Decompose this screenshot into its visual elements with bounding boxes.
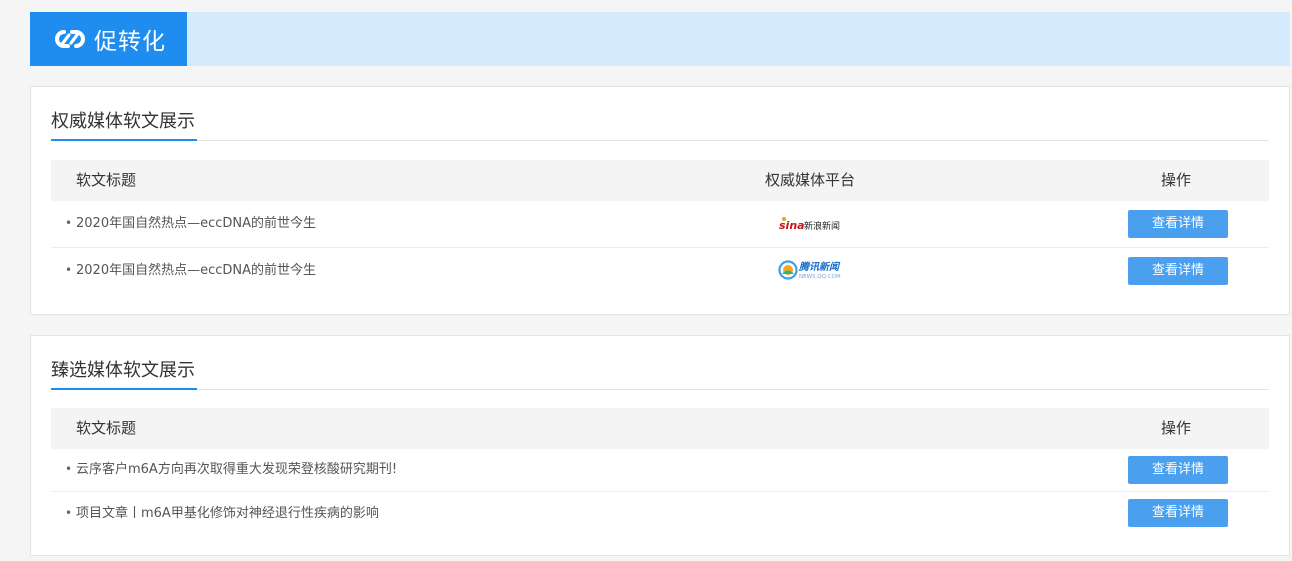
tencent-news-logo: 腾讯新闻 NEWS.QQ.COM bbox=[778, 259, 848, 281]
sina-logo-text: sina bbox=[779, 219, 805, 232]
bullet-icon: • bbox=[65, 462, 73, 476]
tencent-globe-icon: 腾讯新闻 NEWS.QQ.COM bbox=[778, 260, 841, 280]
section-title: 臻选媒体软文展示 bbox=[51, 357, 197, 390]
table-row: • 2020年国自然热点—eccDNA的前世今生 腾讯新闻 NEWS.QQ.CO… bbox=[51, 248, 1269, 295]
table-row: • 云序客户m6A方向再次取得重大发现荣登核酸研究期刊! 查看详情 bbox=[51, 449, 1269, 492]
view-details-button[interactable]: 查看详情 bbox=[1128, 257, 1228, 285]
column-header-operation: 操作 bbox=[1161, 171, 1192, 189]
column-header-operation: 操作 bbox=[1161, 419, 1192, 437]
banner-tab: 促转化 bbox=[30, 12, 187, 66]
view-details-button[interactable]: 查看详情 bbox=[1128, 456, 1228, 484]
section-title: 权威媒体软文展示 bbox=[51, 108, 197, 141]
table-header: 软文标题 权威媒体平台 操作 bbox=[51, 160, 1269, 201]
banner-title: 促转化 bbox=[94, 29, 166, 55]
column-header-title: 软文标题 bbox=[76, 171, 137, 189]
article-title: 项目文章丨m6A甲基化修饰对神经退行性疾病的影响 bbox=[76, 506, 379, 521]
bullet-icon: • bbox=[65, 263, 73, 277]
table-header: 软文标题 操作 bbox=[51, 408, 1269, 449]
sina-logo-sub: 新浪新闻 bbox=[804, 220, 840, 232]
link-icon bbox=[55, 30, 85, 48]
table-row: • 2020年国自然热点—eccDNA的前世今生 sina 新浪新闻 查看详情 bbox=[51, 201, 1269, 248]
column-header-title: 软文标题 bbox=[76, 419, 137, 437]
article-title: 2020年国自然热点—eccDNA的前世今生 bbox=[76, 216, 317, 231]
tencent-logo-sub: NEWS.QQ.COM bbox=[799, 274, 841, 280]
tencent-logo-text: 腾讯新闻 bbox=[798, 261, 841, 273]
sina-eye-icon: sina 新浪新闻 bbox=[779, 217, 840, 232]
selected-media-panel: 臻选媒体软文展示 软文标题 操作 • 云序客户m6A方向再次取得重大发现荣登核酸… bbox=[30, 335, 1290, 556]
sina-news-logo: sina 新浪新闻 bbox=[779, 214, 845, 236]
article-title: 云序客户m6A方向再次取得重大发现荣登核酸研究期刊! bbox=[76, 462, 398, 477]
column-header-platform: 权威媒体平台 bbox=[765, 171, 856, 189]
section-header: 臻选媒体软文展示 bbox=[51, 357, 1269, 390]
table-row: • 项目文章丨m6A甲基化修饰对神经退行性疾病的影响 查看详情 bbox=[51, 492, 1269, 535]
section-header: 权威媒体软文展示 bbox=[51, 108, 1269, 141]
bullet-icon: • bbox=[65, 506, 73, 520]
authority-media-panel: 权威媒体软文展示 软文标题 权威媒体平台 操作 • 2020年国自然热点—ecc… bbox=[30, 86, 1290, 315]
view-details-button[interactable]: 查看详情 bbox=[1128, 210, 1228, 238]
banner: 促转化 bbox=[30, 12, 1290, 66]
article-title: 2020年国自然热点—eccDNA的前世今生 bbox=[76, 263, 317, 278]
authority-media-table: 软文标题 权威媒体平台 操作 • 2020年国自然热点—eccDNA的前世今生 … bbox=[51, 160, 1269, 295]
view-details-button[interactable]: 查看详情 bbox=[1128, 499, 1228, 527]
selected-media-table: 软文标题 操作 • 云序客户m6A方向再次取得重大发现荣登核酸研究期刊! 查看详… bbox=[51, 408, 1269, 535]
bullet-icon: • bbox=[65, 216, 73, 230]
